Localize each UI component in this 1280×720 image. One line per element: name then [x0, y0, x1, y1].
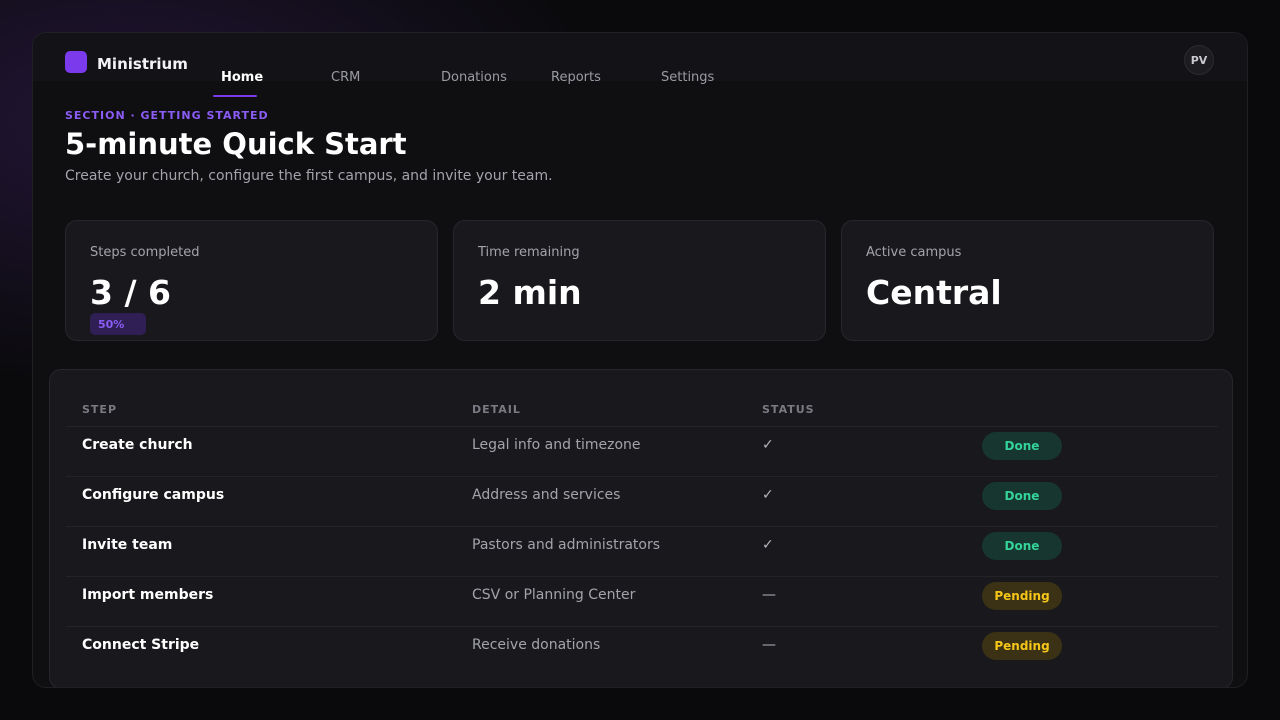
step-detail: Receive donations	[472, 637, 601, 653]
status-badge: Done	[982, 432, 1062, 460]
step-detail: Legal info and timezone	[472, 437, 641, 453]
step-detail: CSV or Planning Center	[472, 587, 636, 603]
page-subtitle: Create your church, configure the first …	[65, 168, 553, 184]
step-name: Create church	[82, 437, 193, 453]
user-avatar[interactable]: PV	[1184, 45, 1214, 75]
stat-value: Central	[866, 273, 1002, 312]
nav-item-reports[interactable]: Reports	[551, 70, 601, 85]
step-name: Invite team	[82, 537, 173, 553]
dash-icon: —	[762, 587, 776, 603]
page-title: 5-minute Quick Start	[65, 127, 407, 161]
dash-icon: —	[762, 637, 776, 653]
stat-card-steps: Steps completed 3 / 6 50%	[65, 220, 438, 341]
stat-value: 3 / 6	[90, 273, 171, 312]
top-navbar: Ministrium Home CRM Donations Reports Se…	[33, 33, 1247, 85]
table-row[interactable]: Create church Legal info and timezone ✓ …	[66, 426, 1218, 476]
check-icon: ✓	[762, 437, 774, 453]
nav-active-indicator	[213, 95, 257, 97]
step-detail: Pastors and administrators	[472, 537, 661, 553]
table-row[interactable]: Import members CSV or Planning Center — …	[66, 576, 1218, 626]
logo-icon	[65, 51, 87, 73]
nav-item-donations[interactable]: Donations	[441, 70, 507, 85]
status-badge: Pending	[982, 582, 1062, 610]
stat-label: Active campus	[866, 245, 962, 260]
step-name: Configure campus	[82, 487, 225, 503]
progress-badge: 50%	[90, 313, 146, 335]
step-name: Connect Stripe	[82, 637, 200, 653]
table-row[interactable]: Configure campus Address and services ✓ …	[66, 476, 1218, 526]
stat-label: Time remaining	[478, 245, 580, 260]
steps-table: STEP DETAIL STATUS Create church Legal i…	[49, 369, 1233, 687]
column-header-step: STEP	[82, 403, 118, 416]
stat-value: 2 min	[478, 273, 582, 312]
column-header-detail: DETAIL	[472, 403, 521, 416]
stat-label: Steps completed	[90, 245, 200, 260]
table-row[interactable]: Connect Stripe Receive donations — Pendi…	[66, 626, 1218, 676]
check-icon: ✓	[762, 487, 774, 503]
app-window: Ministrium Home CRM Donations Reports Se…	[32, 32, 1248, 688]
step-name: Import members	[82, 587, 214, 603]
stat-card-time: Time remaining 2 min	[453, 220, 826, 341]
nav-item-crm[interactable]: CRM	[331, 70, 360, 85]
nav-item-settings[interactable]: Settings	[661, 70, 714, 85]
check-icon: ✓	[762, 537, 774, 553]
status-badge: Done	[982, 482, 1062, 510]
stat-card-campus: Active campus Central	[841, 220, 1214, 341]
table-row[interactable]: Invite team Pastors and administrators ✓…	[66, 526, 1218, 576]
status-badge: Done	[982, 532, 1062, 560]
nav-item-home[interactable]: Home	[221, 70, 263, 85]
column-header-status: STATUS	[762, 403, 815, 416]
section-eyebrow: SECTION · GETTING STARTED	[65, 109, 269, 122]
step-detail: Address and services	[472, 487, 621, 503]
status-badge: Pending	[982, 632, 1062, 660]
brand-name: Ministrium	[97, 55, 188, 73]
